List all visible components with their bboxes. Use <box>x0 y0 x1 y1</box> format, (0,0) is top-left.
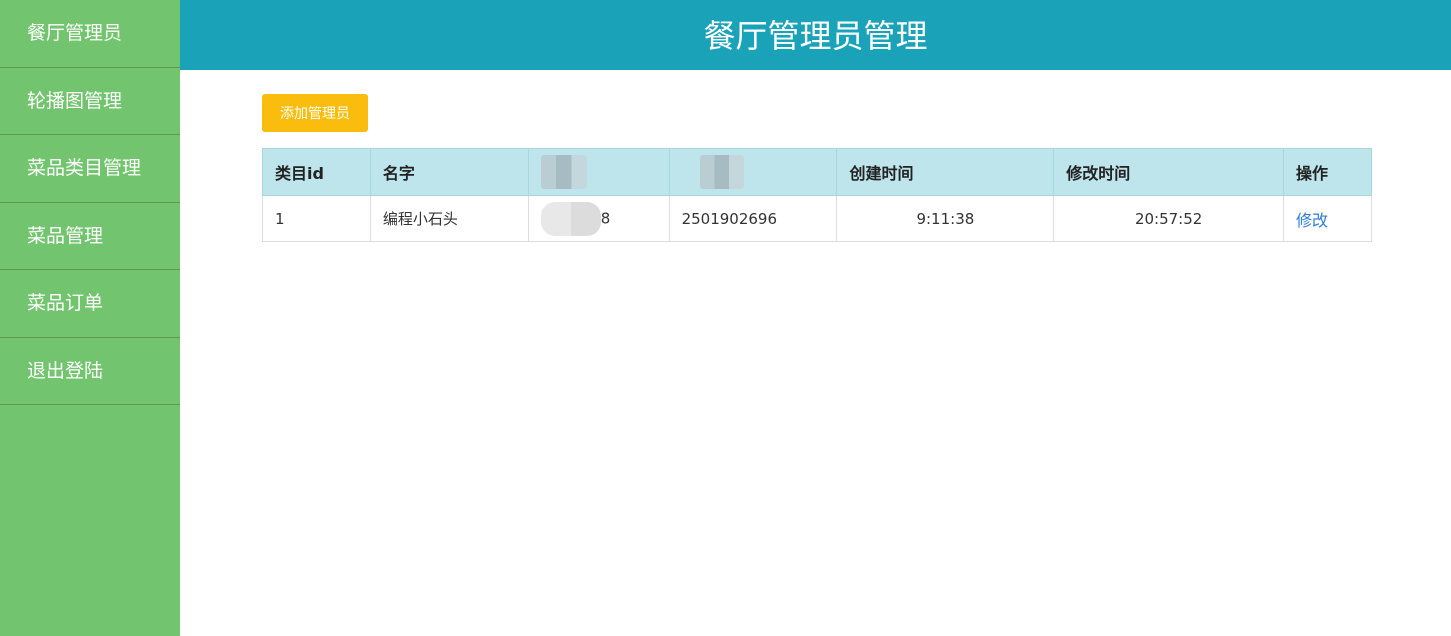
column-header-redacted-2 <box>668 148 838 196</box>
cell-action: 修改 <box>1283 195 1372 242</box>
sidebar-item-logout[interactable]: 退出登陆 <box>0 338 180 405</box>
column-header-name: 名字 <box>369 148 529 196</box>
add-admin-button[interactable]: 添加管理员 <box>262 94 368 132</box>
cell-created: 9:11:38 <box>836 195 1055 242</box>
sidebar-item-orders[interactable]: 菜品订单 <box>0 270 180 338</box>
cell-number: 2501902696 <box>668 195 838 242</box>
column-header-action: 操作 <box>1283 148 1372 196</box>
redacted-mosaic <box>540 201 601 236</box>
main-content: 添加管理员 类目id 名字 创建时间 修改时间 操作 1 编程小石头 8 250… <box>180 70 1451 636</box>
redacted-mosaic <box>699 155 744 189</box>
redacted-mosaic <box>540 155 587 189</box>
header: 餐厅管理员管理 <box>180 0 1451 70</box>
sidebar-item-dish[interactable]: 菜品管理 <box>0 203 180 270</box>
column-header-updated: 修改时间 <box>1053 148 1285 196</box>
table-header-row: 类目id 名字 创建时间 修改时间 操作 <box>262 148 1372 196</box>
sidebar-item-dish-category[interactable]: 菜品类目管理 <box>0 135 180 203</box>
column-header-id: 类目id <box>262 148 371 196</box>
column-header-redacted-1 <box>527 148 670 196</box>
sidebar: 餐厅管理员 轮播图管理 菜品类目管理 菜品管理 菜品订单 退出登陆 <box>0 0 180 636</box>
cell-redacted: 8 <box>527 195 670 242</box>
cell-redacted-suffix: 8 <box>600 209 611 227</box>
sidebar-item-restaurant-admin[interactable]: 餐厅管理员 <box>0 0 180 68</box>
page-title: 餐厅管理员管理 <box>703 17 928 55</box>
edit-link[interactable]: 修改 <box>1296 211 1328 230</box>
cell-updated: 20:57:52 <box>1053 195 1285 242</box>
column-header-created: 创建时间 <box>836 148 1055 196</box>
cell-id: 1 <box>262 195 371 242</box>
admin-table: 类目id 名字 创建时间 修改时间 操作 1 编程小石头 8 250190269… <box>262 148 1372 242</box>
cell-name: 编程小石头 <box>369 195 529 242</box>
table-row: 1 编程小石头 8 2501902696 9:11:38 20:57:52 修改 <box>262 195 1372 242</box>
sidebar-item-carousel[interactable]: 轮播图管理 <box>0 68 180 135</box>
